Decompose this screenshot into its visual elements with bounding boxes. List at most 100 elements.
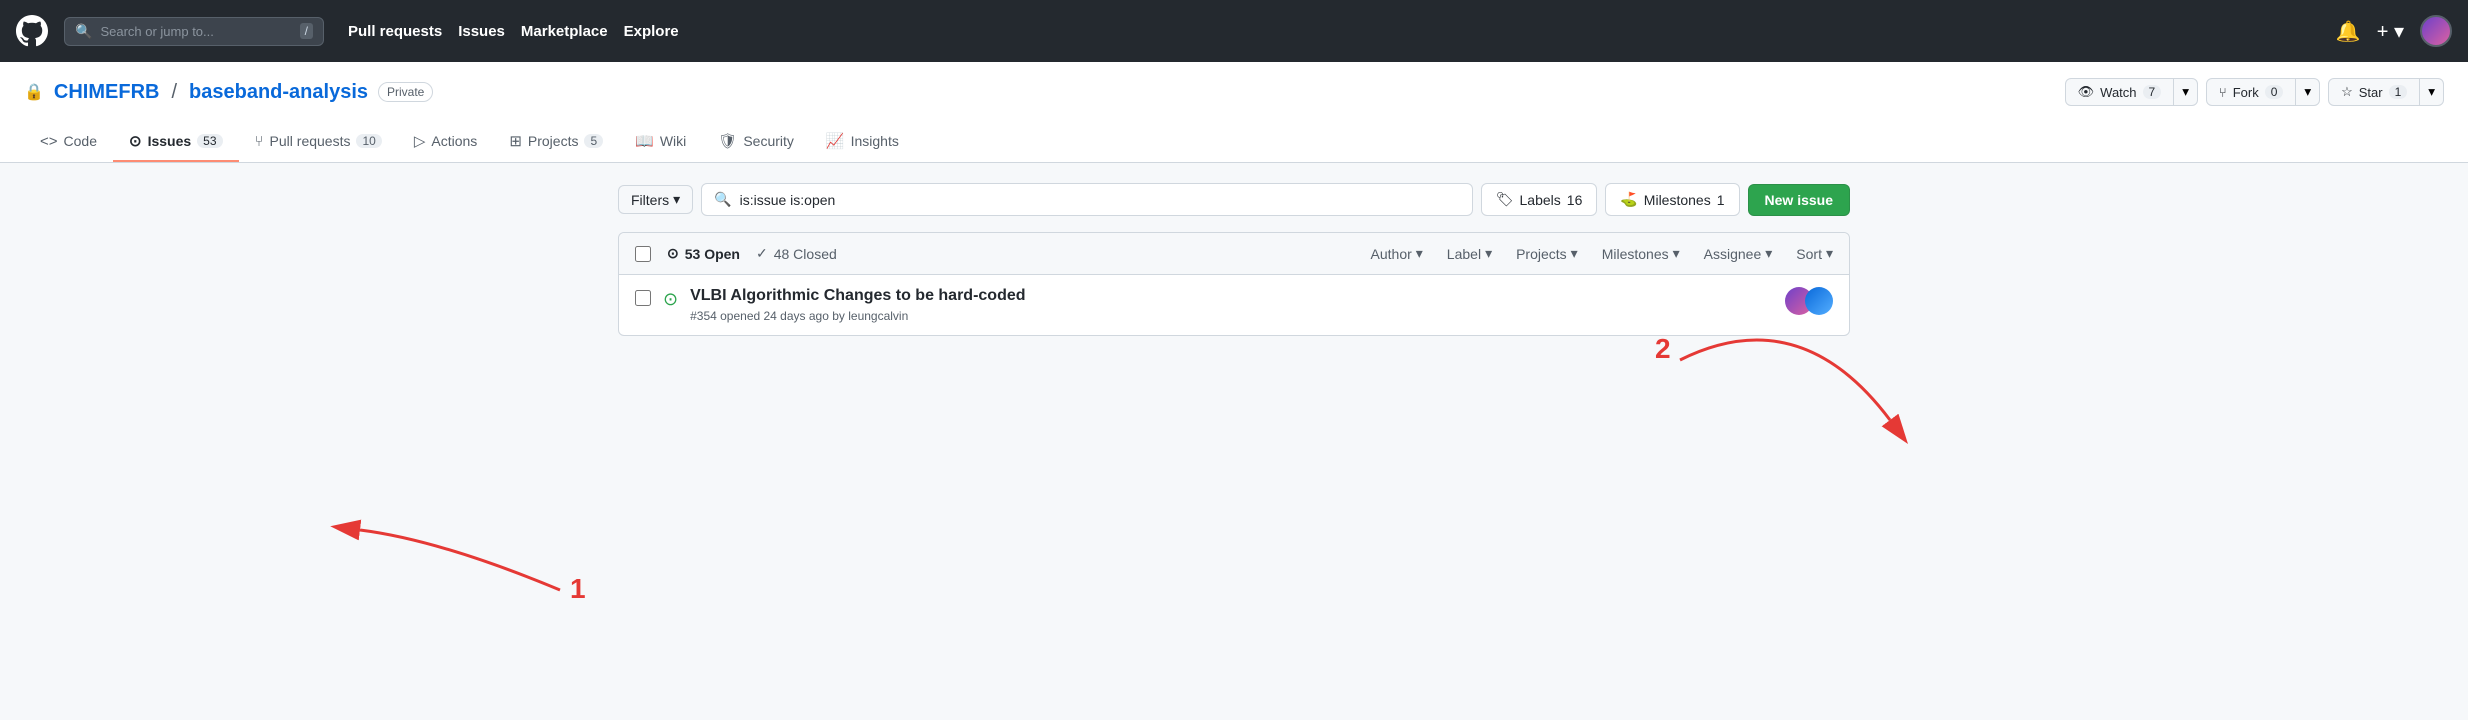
repo-owner-link[interactable]: CHIMEFRB	[54, 81, 160, 104]
svg-text:1: 1	[570, 573, 586, 604]
check-icon: ✓	[756, 245, 768, 262]
author-filter[interactable]: Author ▾	[1371, 245, 1423, 262]
sort-filter[interactable]: Sort ▾	[1796, 245, 1833, 262]
milestones-button[interactable]: ⛳ Milestones 1	[1605, 183, 1739, 216]
closed-count-text: 48 Closed	[774, 246, 837, 262]
tab-insights[interactable]: 📈 Insights	[810, 122, 915, 162]
lock-icon: 🔒	[24, 82, 44, 102]
filters-button[interactable]: Filters ▾	[618, 185, 693, 214]
filter-row: Filters ▾ 🔍 is:issue is:open 🏷 Labels 16…	[618, 183, 1850, 216]
user-avatar[interactable]	[2420, 15, 2452, 47]
closed-count[interactable]: ✓ 48 Closed	[756, 245, 837, 262]
filters-label: Filters	[631, 192, 669, 208]
tab-security-label: Security	[743, 133, 794, 149]
projects-chevron: ▾	[1571, 245, 1578, 262]
author-chevron: ▾	[1416, 245, 1423, 262]
nav-right-actions: 🔔 + ▾	[2336, 15, 2452, 47]
fork-icon: ⑂	[2219, 85, 2227, 100]
private-badge: Private	[378, 82, 433, 102]
milestones-label: Milestones	[1644, 192, 1711, 208]
issues-list: ⊙ 53 Open ✓ 48 Closed Author ▾ Label ▾ P…	[618, 232, 1850, 336]
issue-title[interactable]: VLBI Algorithmic Changes to be hard-code…	[690, 287, 1773, 305]
tab-code[interactable]: <> Code	[24, 122, 113, 162]
watch-button[interactable]: 👁 Watch 7	[2065, 78, 2175, 106]
navigation-bar: 🔍 Search or jump to... / Pull requests I…	[0, 0, 2468, 62]
label-filter[interactable]: Label ▾	[1447, 245, 1492, 262]
star-dropdown[interactable]: ▾	[2419, 78, 2444, 106]
nav-links: Pull requests Issues Marketplace Explore	[348, 23, 679, 40]
nav-marketplace[interactable]: Marketplace	[521, 23, 608, 40]
tab-projects-label: Projects	[528, 133, 579, 149]
nav-explore[interactable]: Explore	[624, 23, 679, 40]
assignee-filter[interactable]: Assignee ▾	[1704, 245, 1773, 262]
assignee-chevron: ▾	[1765, 245, 1772, 262]
search-input[interactable]: is:issue is:open	[740, 192, 836, 208]
tab-pr-label: Pull requests	[270, 133, 351, 149]
watch-count: 7	[2143, 85, 2162, 99]
header-left: ⊙ 53 Open ✓ 48 Closed	[635, 245, 837, 262]
issue-row: ⊙ VLBI Algorithmic Changes to be hard-co…	[619, 275, 1849, 335]
issue-assignees	[1785, 287, 1833, 315]
sort-chevron: ▾	[1826, 245, 1833, 262]
svg-text:2: 2	[1655, 333, 1671, 364]
labels-label: Labels	[1520, 192, 1561, 208]
milestones-chevron: ▾	[1673, 245, 1680, 262]
tab-pull-requests[interactable]: ⑂ Pull requests 10	[239, 122, 398, 162]
label-icon: 🏷	[1496, 191, 1514, 208]
issue-checkbox[interactable]	[635, 290, 651, 306]
annotation-2: 2	[1655, 333, 1890, 420]
pr-count: 10	[356, 134, 381, 148]
header-right: Author ▾ Label ▾ Projects ▾ Milestones ▾…	[1371, 245, 1833, 262]
repo-name-link[interactable]: baseband-analysis	[189, 81, 368, 104]
issue-info: VLBI Algorithmic Changes to be hard-code…	[690, 287, 1773, 323]
tab-security[interactable]: 🛡 Security	[702, 122, 810, 162]
global-search[interactable]: 🔍 Search or jump to... /	[64, 17, 324, 46]
wiki-icon: 📖	[635, 132, 654, 150]
watch-action: 👁 Watch 7 ▾	[2065, 78, 2198, 106]
slash-key: /	[300, 23, 313, 39]
search-box[interactable]: 🔍 is:issue is:open	[701, 183, 1473, 216]
code-icon: <>	[40, 133, 58, 150]
repo-separator: /	[171, 81, 177, 104]
tab-wiki-label: Wiki	[660, 133, 686, 149]
watch-dropdown[interactable]: ▾	[2173, 78, 2198, 106]
milestones-filter[interactable]: Milestones ▾	[1602, 245, 1680, 262]
fork-count: 0	[2265, 85, 2284, 99]
repo-actions: 👁 Watch 7 ▾ ⑂ Fork 0 ▾ ☆ Star	[2065, 78, 2444, 106]
star-icon: ☆	[2341, 84, 2353, 100]
milestones-count: 1	[1717, 192, 1725, 208]
watch-label: Watch	[2100, 85, 2136, 100]
select-all-checkbox[interactable]	[635, 246, 651, 262]
tab-code-label: Code	[64, 133, 97, 149]
issues-list-header: ⊙ 53 Open ✓ 48 Closed Author ▾ Label ▾ P…	[619, 233, 1849, 275]
nav-issues[interactable]: Issues	[458, 23, 505, 40]
actions-icon: ▷	[414, 132, 426, 150]
notifications-button[interactable]: 🔔	[2336, 19, 2361, 44]
open-count-text: 53 Open	[685, 246, 740, 262]
new-issue-button[interactable]: New issue	[1748, 184, 1850, 216]
star-action: ☆ Star 1 ▾	[2328, 78, 2444, 106]
tab-projects[interactable]: ⊞ Projects 5	[493, 122, 619, 162]
projects-filter[interactable]: Projects ▾	[1516, 245, 1578, 262]
fork-dropdown[interactable]: ▾	[2295, 78, 2320, 106]
search-placeholder: Search or jump to...	[100, 24, 213, 39]
open-count: ⊙ 53 Open	[667, 245, 740, 262]
star-button[interactable]: ☆ Star 1	[2328, 78, 2420, 106]
nav-pull-requests[interactable]: Pull requests	[348, 23, 442, 40]
tab-wiki[interactable]: 📖 Wiki	[619, 122, 702, 162]
insights-icon: 📈	[826, 132, 845, 150]
fork-button[interactable]: ⑂ Fork 0	[2206, 78, 2297, 106]
tab-actions[interactable]: ▷ Actions	[398, 122, 493, 162]
create-button[interactable]: + ▾	[2377, 19, 2404, 44]
projects-count: 5	[584, 134, 603, 148]
star-label: Star	[2359, 85, 2383, 100]
issue-meta: #354 opened 24 days ago by leungcalvin	[690, 309, 1773, 323]
github-logo[interactable]	[16, 15, 48, 47]
labels-count: 16	[1567, 192, 1583, 208]
open-icon: ⊙	[667, 245, 679, 262]
filters-chevron-icon: ▾	[673, 191, 680, 208]
labels-button[interactable]: 🏷 Labels 16	[1481, 183, 1598, 216]
issues-content: Filters ▾ 🔍 is:issue is:open 🏷 Labels 16…	[594, 183, 1874, 336]
tab-issues[interactable]: ⊙ Issues 53	[113, 122, 239, 162]
tab-issues-label: Issues	[148, 133, 192, 149]
